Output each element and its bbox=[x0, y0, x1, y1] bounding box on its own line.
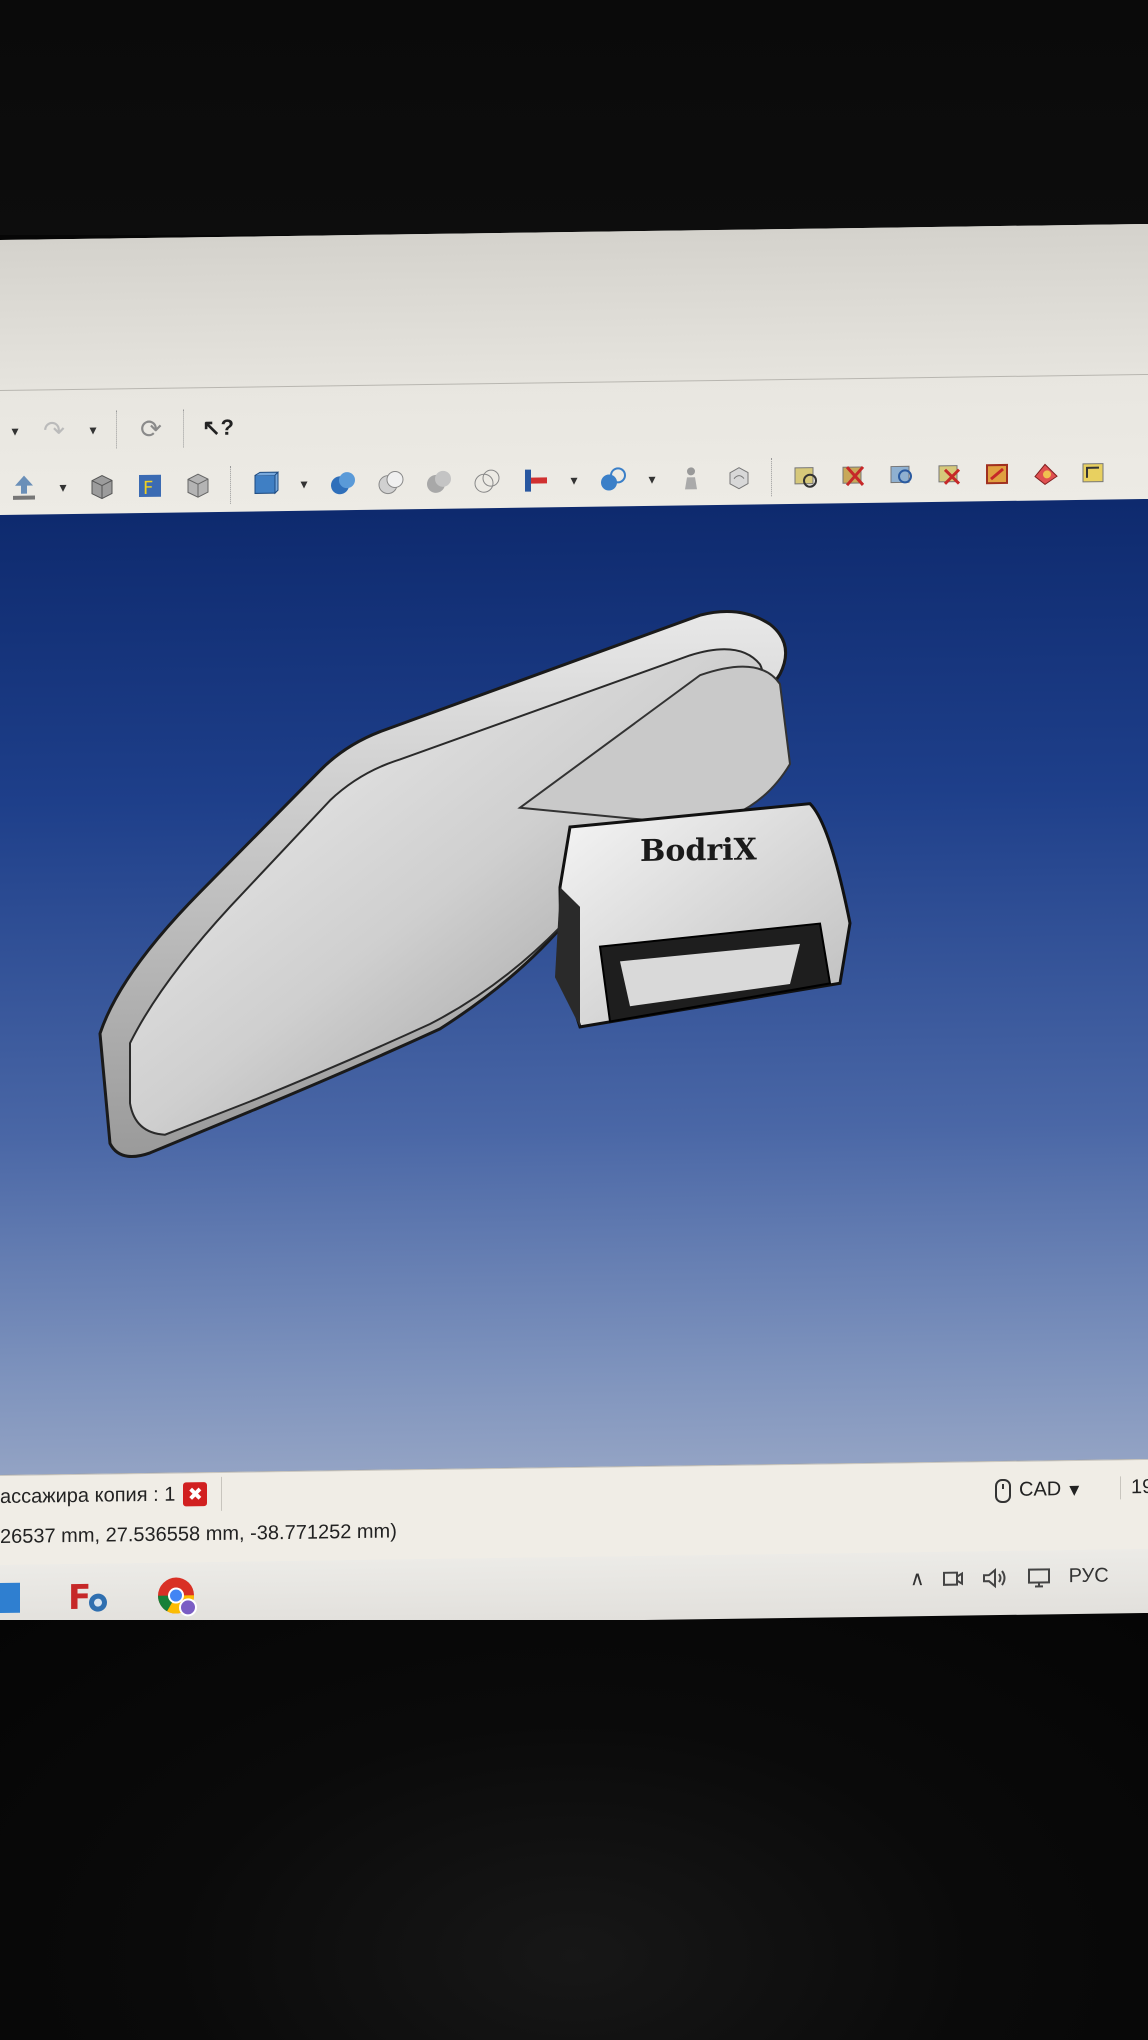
cut-icon[interactable] bbox=[371, 462, 411, 503]
mouse-icon bbox=[995, 1478, 1011, 1503]
chrome-icon[interactable] bbox=[148, 1570, 204, 1621]
toolbar-row-1: ▾ ↷ ▾ ⟳ ↖? bbox=[0, 389, 1148, 457]
join-dropdown-arrow[interactable]: ▾ bbox=[563, 460, 585, 500]
box-primitive-icon[interactable] bbox=[245, 464, 285, 505]
toolbar-separator bbox=[183, 409, 186, 448]
cursor-coordinates: 26537 mm, 27.536558 mm, -38.771252 mm) bbox=[0, 1520, 397, 1548]
background-dark-bottom bbox=[0, 1620, 1148, 2040]
network-icon[interactable] bbox=[1025, 1565, 1053, 1589]
measure-icon[interactable] bbox=[786, 456, 826, 497]
taskbar-app-icon[interactable] bbox=[0, 1572, 36, 1623]
monitor-screen: ▾ ↷ ▾ ⟳ ↖? ▾ F ▾ ▾ ▾ BodriX ассажира коп… bbox=[0, 194, 1148, 1629]
compound-icon[interactable] bbox=[671, 458, 711, 499]
primitive-dropdown-arrow[interactable]: ▾ bbox=[293, 464, 315, 504]
boolean-icon[interactable] bbox=[323, 463, 363, 504]
document-tab-label: ассажира копия : 1 bbox=[0, 1483, 176, 1508]
measure-angular-icon[interactable] bbox=[834, 456, 874, 497]
shape-builder-icon[interactable] bbox=[719, 457, 759, 498]
freecad-part-icon[interactable]: F bbox=[130, 466, 170, 507]
part-icon[interactable] bbox=[82, 466, 122, 507]
cube-icon[interactable] bbox=[178, 465, 218, 506]
split-icon[interactable] bbox=[593, 459, 633, 500]
measure-clear-icon[interactable] bbox=[930, 454, 970, 495]
import-icon[interactable] bbox=[4, 467, 44, 508]
toolbar-separator bbox=[771, 458, 774, 497]
refresh-icon[interactable]: ⟳ bbox=[131, 409, 171, 450]
3d-viewport[interactable]: BodriX bbox=[0, 498, 1148, 1475]
split-dropdown-arrow[interactable]: ▾ bbox=[641, 459, 663, 499]
svg-text:F: F bbox=[143, 478, 153, 499]
toolbar-separator bbox=[116, 410, 119, 449]
system-tray: ∧ РУС bbox=[910, 1564, 1109, 1592]
chevron-down-icon[interactable]: ▾ bbox=[1069, 1477, 1079, 1502]
redo-icon[interactable]: ↷ bbox=[34, 410, 74, 451]
import-dropdown-arrow[interactable]: ▾ bbox=[52, 467, 74, 507]
volume-icon[interactable] bbox=[981, 1565, 1009, 1589]
status-bar: ассажира копия : 1 ✖ 26537 mm, 27.536558… bbox=[0, 1458, 1148, 1566]
menu-area bbox=[0, 223, 1148, 391]
input-language-indicator[interactable]: РУС bbox=[1069, 1565, 1109, 1589]
fuse-icon[interactable] bbox=[419, 462, 459, 503]
svg-text:F: F bbox=[68, 1578, 91, 1617]
freecad-taskbar-icon[interactable]: F bbox=[60, 1571, 116, 1622]
camera-icon[interactable] bbox=[941, 1566, 965, 1590]
3d-model: BodriX bbox=[98, 610, 852, 1158]
common-icon[interactable] bbox=[467, 461, 507, 502]
measure-toggle-delta-icon[interactable] bbox=[1026, 453, 1066, 494]
measure-refresh-icon[interactable] bbox=[882, 455, 922, 496]
dimension-readout: 19 bbox=[1120, 1475, 1148, 1500]
chevron-up-icon[interactable]: ∧ bbox=[910, 1566, 925, 1591]
navigation-style-label: CAD bbox=[1019, 1478, 1062, 1501]
join-features-icon[interactable] bbox=[515, 460, 555, 501]
close-tab-icon[interactable]: ✖ bbox=[183, 1482, 208, 1507]
model-label: BodriX bbox=[640, 832, 758, 869]
measure-toggle-3d-icon[interactable] bbox=[978, 454, 1018, 495]
navigation-style-selector[interactable]: CAD ▾ bbox=[995, 1477, 1079, 1503]
toolbar-separator bbox=[230, 465, 233, 504]
redo-dropdown-arrow[interactable]: ▾ bbox=[82, 410, 104, 450]
document-tab[interactable]: ассажира копия : 1 ✖ bbox=[0, 1476, 223, 1514]
photo-frame: ▾ ↷ ▾ ⟳ ↖? ▾ F ▾ ▾ ▾ BodriX ассажира коп… bbox=[0, 0, 1148, 2040]
measure-linear-icon[interactable] bbox=[1074, 452, 1114, 493]
undo-dropdown-arrow[interactable]: ▾ bbox=[4, 411, 26, 451]
whats-this-icon[interactable]: ↖? bbox=[198, 408, 238, 449]
